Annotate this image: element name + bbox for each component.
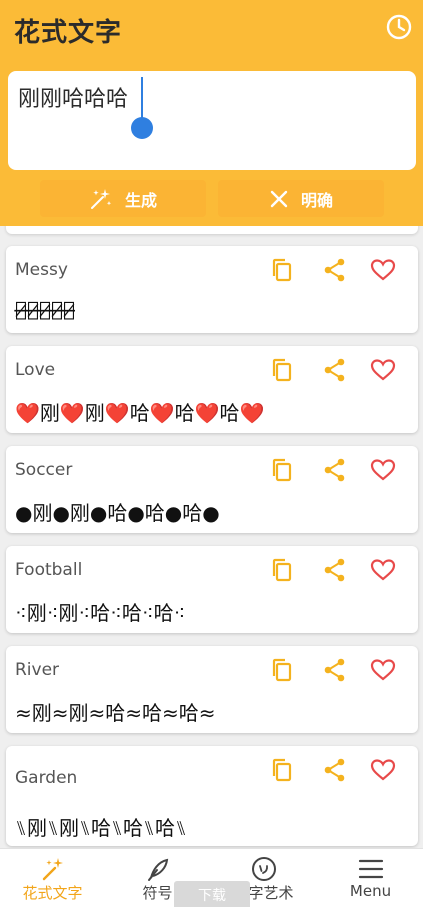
style-card-football[interactable]: Football ⁖刚⁖刚⁖哈⁖哈⁖哈⁖	[6, 546, 418, 633]
nav-label: 花式文字	[22, 884, 83, 902]
copy-icon[interactable]	[269, 257, 295, 283]
card-styled-text: ❤️刚❤️刚❤️哈❤️哈❤️哈❤️	[15, 401, 265, 425]
app-header: 花式文字 刚刚哈哈哈 生成 明确	[0, 0, 423, 226]
caret-handle[interactable]	[131, 117, 153, 139]
share-icon[interactable]	[322, 557, 348, 583]
feather-icon	[148, 858, 169, 881]
copy-icon[interactable]	[269, 757, 295, 783]
nav-label: Menu	[349, 882, 392, 900]
magic-wand-icon	[42, 858, 63, 881]
heart-icon[interactable]	[370, 357, 396, 383]
smile-face-icon	[252, 857, 276, 881]
card-styled-text: ●刚●刚●哈●哈●哈●	[15, 501, 220, 525]
generate-button[interactable]: 生成	[40, 180, 206, 217]
copy-icon[interactable]	[269, 457, 295, 483]
heart-icon[interactable]	[370, 257, 396, 283]
style-card-river[interactable]: River ≈刚≈刚≈哈≈哈≈哈≈	[6, 646, 418, 733]
card-styled-text: ≈刚≈刚≈哈≈哈≈哈≈	[15, 701, 216, 725]
card-styled-text: ⑊刚⑊刚⑊哈⑊哈⑊哈⑊	[15, 816, 187, 840]
nav-tab-fancy-text[interactable]: 花式文字	[0, 849, 105, 907]
download-tag[interactable]: 下载	[174, 881, 250, 907]
card-style-name: Football	[15, 560, 83, 580]
share-icon[interactable]	[322, 357, 348, 383]
text-input[interactable]: 刚刚哈哈哈	[8, 71, 416, 170]
card-style-name: River	[15, 660, 60, 680]
hamburger-menu-icon	[358, 859, 384, 879]
share-icon[interactable]	[322, 257, 348, 283]
heart-icon[interactable]	[370, 457, 396, 483]
heart-icon[interactable]	[370, 757, 396, 783]
card-styled-text: 刚̶̷刚̶̷哈̶̷哈̶̷哈̶̷	[15, 297, 76, 321]
share-icon[interactable]	[322, 657, 348, 683]
style-card-soccer[interactable]: Soccer ●刚●刚●哈●哈●哈●	[6, 446, 418, 533]
style-card-messy[interactable]: Messy 刚̶̷刚̶̷哈̶̷哈̶̷哈̶̷	[6, 246, 418, 333]
heart-icon[interactable]	[370, 657, 396, 683]
generate-label: 生成	[124, 190, 157, 210]
styles-list[interactable]: Messy 刚̶̷刚̶̷哈̶̷哈̶̷哈̶̷ Love ❤️刚❤️刚❤️哈❤️哈❤…	[0, 226, 423, 848]
copy-icon[interactable]	[269, 357, 295, 383]
text-caret	[141, 77, 143, 119]
share-icon[interactable]	[322, 757, 348, 783]
style-card-garden[interactable]: Garden ⑊刚⑊刚⑊哈⑊哈⑊哈⑊	[6, 746, 418, 846]
input-value: 刚刚哈哈哈	[18, 87, 129, 112]
close-icon	[270, 190, 288, 207]
card-style-name: Messy	[15, 260, 68, 280]
heart-icon[interactable]	[370, 557, 396, 583]
card-styled-text: ⁖刚⁖刚⁖哈⁖哈⁖哈⁖	[15, 601, 186, 625]
history-clock-icon[interactable]	[385, 13, 413, 41]
card-partial	[6, 226, 418, 234]
card-style-name: Garden	[15, 768, 78, 788]
clear-button[interactable]: 明确	[218, 180, 384, 217]
copy-icon[interactable]	[269, 657, 295, 683]
clear-label: 明确	[300, 190, 333, 210]
sparkle-wand-icon	[90, 188, 112, 209]
share-icon[interactable]	[322, 457, 348, 483]
nav-tab-menu[interactable]: Menu	[318, 849, 423, 907]
copy-icon[interactable]	[269, 557, 295, 583]
card-style-name: Soccer	[15, 460, 73, 480]
app-title: 花式文字	[14, 18, 123, 48]
style-card-love[interactable]: Love ❤️刚❤️刚❤️哈❤️哈❤️哈❤️	[6, 346, 418, 433]
card-style-name: Love	[15, 360, 56, 380]
